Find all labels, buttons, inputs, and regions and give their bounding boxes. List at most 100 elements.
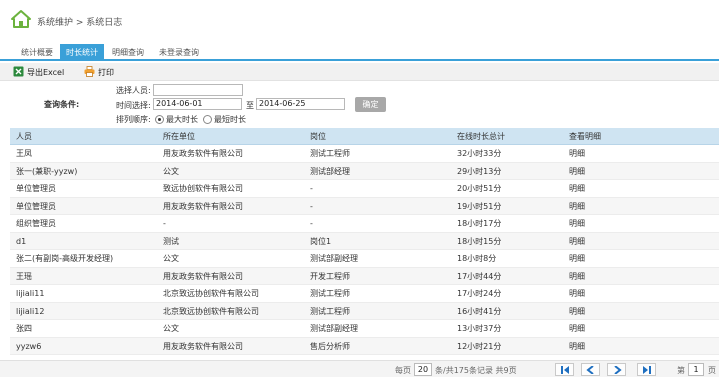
column-header-person[interactable]: 人员 <box>16 128 32 145</box>
cell-unit: 公文 <box>163 166 179 176</box>
cell-person: 张一(兼职-yyzw) <box>16 166 78 176</box>
detail-link[interactable]: 明细 <box>569 233 585 250</box>
time-label: 时间选择: <box>116 101 151 110</box>
query-filters: 查询条件: 选择人员: 时间选择: 2014-06-01 至 2014-06-2… <box>0 82 719 128</box>
column-header-post[interactable]: 岗位 <box>310 128 326 145</box>
per-page-prefix: 每页 <box>395 366 411 375</box>
cell-online-total: 18小时17分 <box>457 219 502 228</box>
detail-link[interactable]: 明细 <box>569 198 585 215</box>
per-page-input[interactable]: 20 <box>414 363 432 376</box>
cell-unit: 致远协创软件有限公司 <box>163 184 243 193</box>
cell-person: 王凤 <box>16 149 32 158</box>
cell-unit: - <box>163 219 166 228</box>
sort-label: 排列顺序: <box>116 115 151 124</box>
table-row[interactable]: 张一(兼职-yyzw) 公文 测试部经理 29小时13分 明细 <box>10 162 719 180</box>
cell-person: yyzw6 <box>16 341 42 351</box>
tab-summary[interactable]: 统计概要 <box>15 44 59 61</box>
radio-unchecked-icon <box>203 115 212 124</box>
cell-post: 测试部副经理 <box>310 254 358 263</box>
breadcrumb: 系统维护 > 系统日志 <box>37 18 123 28</box>
last-page-button[interactable] <box>637 363 656 376</box>
cell-post: 测试部经理 <box>310 166 350 176</box>
print-button[interactable]: 打印 <box>84 66 114 79</box>
table-row[interactable]: 单位管理员 致远协创软件有限公司 - 20小时51分 明细 <box>10 180 719 198</box>
cell-unit: 公文 <box>163 254 179 263</box>
cell-person: lijiali12 <box>16 306 45 316</box>
table-row[interactable]: d1 测试 岗位1 18小时15分 明细 <box>10 232 719 250</box>
table-body: 王凤 用友政务软件有限公司 测试工程师 32小时33分 明细 张一(兼职-yyzw) 公文测… <box>10 145 719 355</box>
cell-online-total: 18小时8分 <box>457 254 497 263</box>
table-row[interactable]: 王瑶 用友政务软件有限公司 开发工程师 17小时44分 明细 <box>10 267 719 285</box>
export-excel-label: 导出Excel <box>27 68 65 77</box>
detail-link[interactable]: 明细 <box>569 250 585 267</box>
page-prefix: 第 <box>677 366 685 375</box>
next-page-icon <box>614 366 622 374</box>
record-summary: 条/共175条记录 共9页 <box>435 366 517 375</box>
date-to-separator: 至 <box>246 101 254 110</box>
first-page-button[interactable] <box>555 363 574 376</box>
confirm-button[interactable]: 确定 <box>355 97 386 112</box>
table-row[interactable]: 单位管理员 用友政务软件有限公司 - 19小时51分 明细 <box>10 197 719 215</box>
cell-person: 单位管理员 <box>16 201 56 211</box>
sort-longest-label: 最大时长 <box>166 115 198 124</box>
detail-link[interactable]: 明细 <box>569 180 585 197</box>
next-page-button[interactable] <box>607 363 626 376</box>
tab-detail-query[interactable]: 明细查询 <box>106 44 150 61</box>
cell-post: 测试部副经理 <box>310 324 358 333</box>
detail-link[interactable]: 明细 <box>569 338 585 355</box>
tab-not-logged-query[interactable]: 未登录查询 <box>152 44 206 61</box>
duration-table: 人员 所在单位 岗位 在线时长总计 查看明细 王凤 用友政务软件有限公司 测试工程师… <box>10 128 719 355</box>
cell-unit: 用友政务软件有限公司 <box>163 149 243 158</box>
table-header: 人员 所在单位 岗位 在线时长总计 查看明细 <box>10 128 719 145</box>
cell-person: 单位管理员 <box>16 184 56 193</box>
excel-icon <box>13 66 24 77</box>
cell-person: 张四 <box>16 324 32 333</box>
table-row[interactable]: 张四 公文 测试部副经理 13小时37分 明细 <box>10 320 719 338</box>
column-header-detail[interactable]: 查看明细 <box>569 128 601 145</box>
table-row[interactable]: 王凤 用友政务软件有限公司 测试工程师 32小时33分 明细 <box>10 145 719 163</box>
detail-link[interactable]: 明细 <box>569 285 585 302</box>
cell-post: - <box>310 184 313 193</box>
cell-person: 王瑶 <box>16 271 32 281</box>
detail-link[interactable]: 明细 <box>569 320 585 337</box>
sort-longest-radio[interactable]: 最大时长 <box>155 114 198 125</box>
date-to-input[interactable]: 2014-06-25 <box>256 98 345 110</box>
column-header-online-total[interactable]: 在线时长总计 <box>457 128 505 145</box>
cell-unit: 北京致远协创软件有限公司 <box>163 306 259 316</box>
date-from-input[interactable]: 2014-06-01 <box>153 98 242 110</box>
tab-bar: 统计概要 时长统计 明细查询 未登录查询 <box>0 44 719 61</box>
cell-post: 售后分析师 <box>310 341 350 351</box>
table-row[interactable]: 组织管理员 - - 18小时17分 明细 <box>10 215 719 233</box>
cell-online-total: 29小时13分 <box>457 166 502 176</box>
table-row[interactable]: lijiali11 北京致远协创软件有限公司 测试工程师 17小时24分 明细 <box>10 285 719 303</box>
cell-online-total: 18小时15分 <box>457 236 502 246</box>
detail-link[interactable]: 明细 <box>569 215 585 232</box>
home-icon[interactable] <box>11 9 31 29</box>
cell-post: 开发工程师 <box>310 271 350 281</box>
sort-shortest-radio[interactable]: 最短时长 <box>203 114 246 125</box>
cell-unit: 公文 <box>163 324 179 333</box>
detail-link[interactable]: 明细 <box>569 145 585 162</box>
table-row[interactable]: lijiali12 北京致远协创软件有限公司 测试工程师 16小时41分 明细 <box>10 302 719 320</box>
column-header-unit[interactable]: 所在单位 <box>163 128 195 145</box>
export-excel-button[interactable]: 导出Excel <box>13 66 64 79</box>
table-row[interactable]: 张二(有副岗-高级开发经理) 公文 测试部副经理 18小时8分 明细 <box>10 250 719 268</box>
cell-unit: 用友政务软件有限公司 <box>163 341 243 351</box>
detail-link[interactable]: 明细 <box>569 163 585 180</box>
condition-label: 查询条件: <box>44 100 80 109</box>
cell-post: - <box>310 219 313 228</box>
cell-post: 测试工程师 <box>310 306 350 316</box>
table-row[interactable]: yyzw6 用友政务软件有限公司 售后分析师 12小时21分 明细 <box>10 337 719 355</box>
cell-unit: 用友政务软件有限公司 <box>163 271 243 281</box>
cell-post: 测试工程师 <box>310 149 350 158</box>
cell-post: 岗位1 <box>310 236 332 246</box>
detail-link[interactable]: 明细 <box>569 268 585 285</box>
person-input[interactable] <box>153 84 243 96</box>
tab-duration[interactable]: 时长统计 <box>60 44 104 61</box>
cell-person: 张二(有副岗-高级开发经理) <box>16 254 114 263</box>
prev-page-button[interactable] <box>581 363 600 376</box>
detail-link[interactable]: 明细 <box>569 303 585 320</box>
page-number-input[interactable]: 1 <box>688 363 704 376</box>
cell-unit: 北京致远协创软件有限公司 <box>163 289 259 298</box>
cell-online-total: 17小时24分 <box>457 289 502 298</box>
